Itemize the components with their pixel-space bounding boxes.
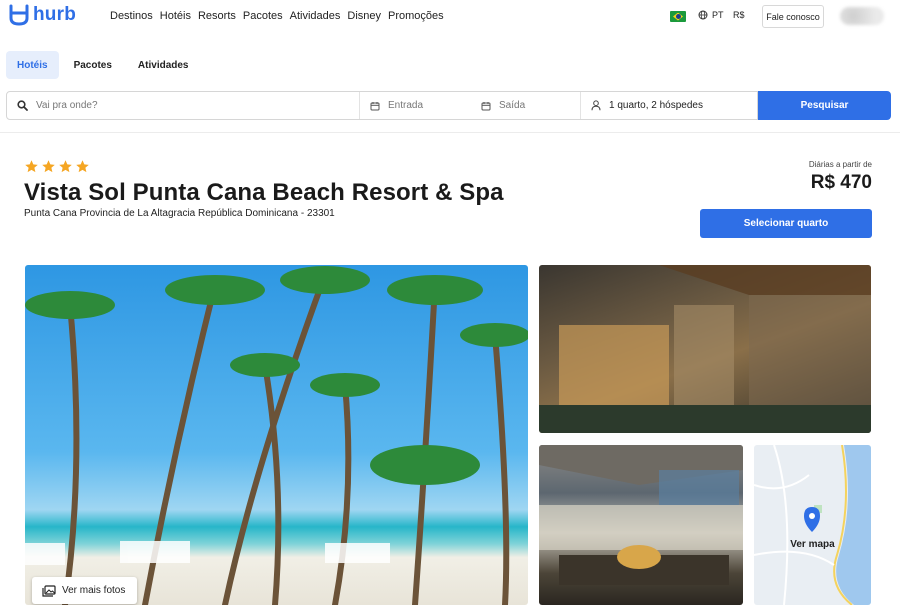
globe-icon [698,10,708,20]
tab-hoteis[interactable]: Hotéis [6,51,59,79]
nav-item-atividades[interactable]: Atividades [290,10,341,22]
beach-palm-illustration [25,266,528,605]
star-icon [42,160,55,173]
star-icon [59,160,72,173]
search-icon [17,100,28,111]
main-photo-beach[interactable] [25,265,528,605]
map-thumbnail[interactable]: Ver mapa [754,445,871,605]
tab-atividades[interactable]: Atividades [127,51,200,79]
buffet-illustration [539,445,743,585]
search-button[interactable]: Pesquisar [758,91,891,120]
checkout-field[interactable]: Saída [471,92,581,119]
more-photos-label: Ver mais fotos [62,585,126,596]
calendar-icon [481,101,491,110]
map-illustration [754,445,871,605]
hurb-logo[interactable]: hurb [7,4,76,26]
brazil-flag-icon[interactable] [670,11,686,22]
checkin-field[interactable]: Entrada [360,92,471,119]
contact-button[interactable]: Fale conosco [762,5,824,28]
search-bar: Vai pra onde? Entrada Saída 1 quarto, 2 … [6,91,758,120]
view-map-label[interactable]: Ver mapa [754,539,871,550]
star-icon [76,160,89,173]
nav-item-destinos[interactable]: Destinos [110,10,153,22]
photo-gallery-icon [42,584,56,597]
nav-item-disney[interactable]: Disney [347,10,381,22]
product-tabs: Hotéis Pacotes Atividades [6,51,200,79]
language-selector[interactable]: PT [698,10,724,20]
language-label: PT [712,10,724,20]
hotel-name: Vista Sol Punta Cana Beach Resort & Spa [24,179,504,206]
nav-item-pacotes[interactable]: Pacotes [243,10,283,22]
tab-pacotes[interactable]: Pacotes [63,51,123,79]
nav-item-resorts[interactable]: Resorts [198,10,236,22]
checkout-placeholder: Saída [499,100,526,111]
hotel-address: Punta Cana Provincia de La Altagracia Re… [24,208,335,219]
person-icon [591,100,601,111]
hurb-logo-icon [9,4,29,26]
star-icon [25,160,38,173]
nav-item-hoteis[interactable]: Hotéis [160,10,191,22]
lobby-illustration [539,265,871,433]
hotel-rating-stars [24,159,90,174]
select-room-button[interactable]: Selecionar quarto [700,209,872,238]
logo-text: hurb [33,4,77,25]
currency-selector[interactable]: R$ [733,10,745,20]
checkin-placeholder: Entrada [388,100,424,111]
map-pin-icon [804,507,820,532]
lobby-photo[interactable] [539,265,871,433]
user-avatar[interactable] [840,7,884,25]
buffet-photo[interactable] [539,445,743,605]
nav-item-promocoes[interactable]: Promoções [388,10,444,22]
guests-value: 1 quarto, 2 hóspedes [609,100,703,111]
guests-field[interactable]: 1 quarto, 2 hóspedes [581,92,757,119]
main-nav: Destinos Hotéis Resorts Pacotes Atividad… [110,10,444,22]
top-navigation-bar: hurb Destinos Hotéis Resorts Pacotes Ati… [0,0,900,34]
destination-placeholder: Vai pra onde? [36,100,98,111]
price-value: R$ 470 [810,172,872,193]
header-divider [0,132,900,133]
price-caption: Diárias a partir de [808,160,872,169]
destination-field[interactable]: Vai pra onde? [7,92,360,119]
calendar-icon [370,101,380,110]
